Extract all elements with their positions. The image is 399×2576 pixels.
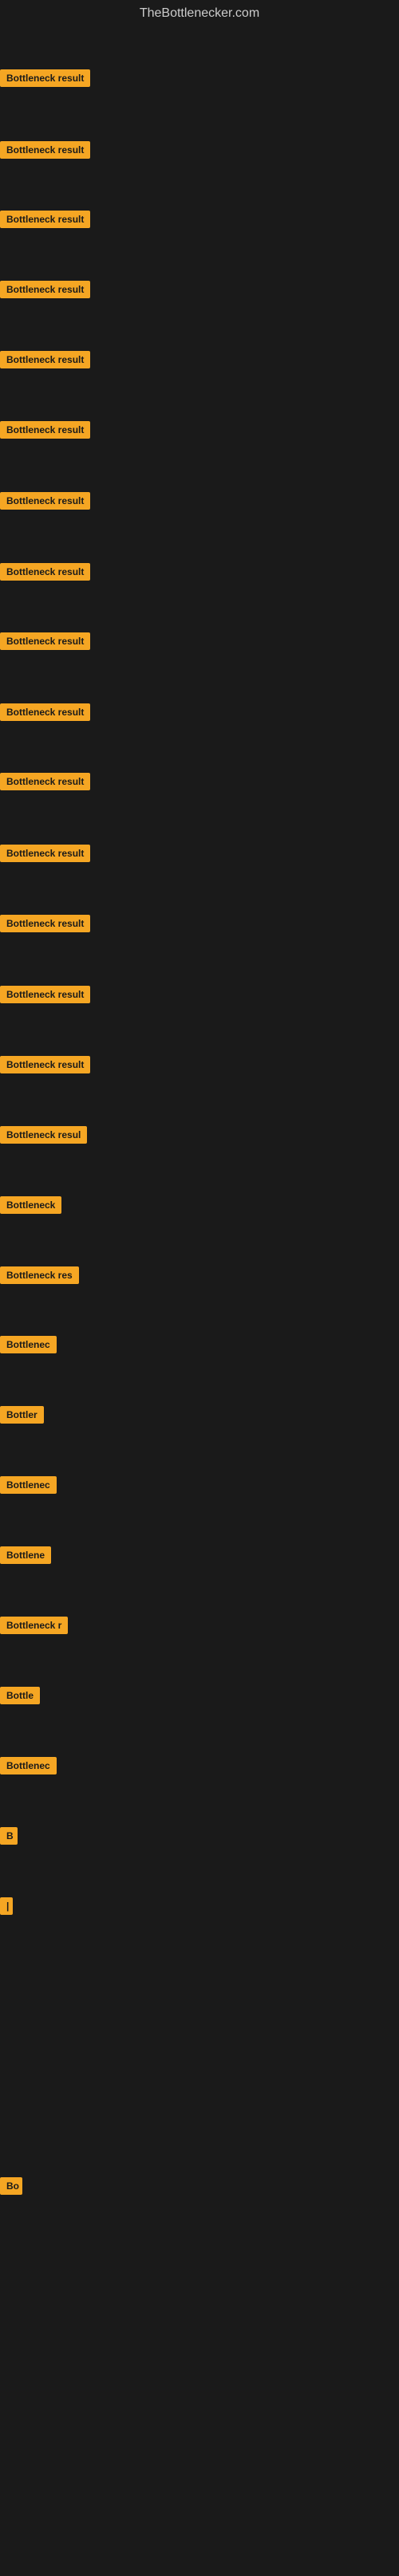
- bottleneck-badge-15: Bottleneck result: [0, 1056, 90, 1073]
- bottleneck-badge-7: Bottleneck result: [0, 492, 90, 510]
- bottleneck-badge-23: Bottleneck r: [0, 1617, 68, 1634]
- bottleneck-item-27[interactable]: |: [0, 1897, 13, 1919]
- bottleneck-badge-26: B: [0, 1827, 18, 1845]
- bottleneck-badge-9: Bottleneck result: [0, 632, 90, 650]
- bottleneck-badge-14: Bottleneck result: [0, 986, 90, 1003]
- bottleneck-badge-4: Bottleneck result: [0, 281, 90, 298]
- bottleneck-item-19[interactable]: Bottlenec: [0, 1336, 57, 1357]
- bottleneck-badge-8: Bottleneck result: [0, 563, 90, 581]
- bottleneck-item-11[interactable]: Bottleneck result: [0, 773, 90, 794]
- bottleneck-item-13[interactable]: Bottleneck result: [0, 915, 90, 936]
- bottleneck-item-26[interactable]: B: [0, 1827, 18, 1849]
- bottleneck-badge-25: Bottlenec: [0, 1757, 57, 1774]
- bottleneck-badge-10: Bottleneck result: [0, 703, 90, 721]
- bottleneck-badge-2: Bottleneck result: [0, 141, 90, 159]
- bottleneck-item-5[interactable]: Bottleneck result: [0, 351, 90, 372]
- bottleneck-item-22[interactable]: Bottlene: [0, 1546, 51, 1568]
- bottleneck-badge-13: Bottleneck result: [0, 915, 90, 932]
- bottleneck-badge-5: Bottleneck result: [0, 351, 90, 368]
- bottleneck-badge-3: Bottleneck result: [0, 211, 90, 228]
- bottleneck-badge-21: Bottlenec: [0, 1476, 57, 1494]
- bottleneck-item-2[interactable]: Bottleneck result: [0, 141, 90, 163]
- bottleneck-badge-22: Bottlene: [0, 1546, 51, 1564]
- bottleneck-item-15[interactable]: Bottleneck result: [0, 1056, 90, 1077]
- bottleneck-badge-17: Bottleneck: [0, 1196, 61, 1214]
- bottleneck-badge-18: Bottleneck res: [0, 1266, 79, 1284]
- bottleneck-badge-20: Bottler: [0, 1406, 44, 1424]
- bottleneck-item-6[interactable]: Bottleneck result: [0, 421, 90, 443]
- bottleneck-item-23[interactable]: Bottleneck r: [0, 1617, 68, 1638]
- bottleneck-item-25[interactable]: Bottlenec: [0, 1757, 57, 1778]
- bottleneck-item-8[interactable]: Bottleneck result: [0, 563, 90, 585]
- bottleneck-item-20[interactable]: Bottler: [0, 1406, 44, 1428]
- bottleneck-item-21[interactable]: Bottlenec: [0, 1476, 57, 1498]
- bottleneck-item-10[interactable]: Bottleneck result: [0, 703, 90, 725]
- bottleneck-badge-24: Bottle: [0, 1687, 40, 1704]
- bottleneck-item-3[interactable]: Bottleneck result: [0, 211, 90, 232]
- bottleneck-badge-28: Bo: [0, 2177, 22, 2195]
- bottleneck-badge-27: |: [0, 1897, 13, 1915]
- bottleneck-item-24[interactable]: Bottle: [0, 1687, 40, 1708]
- bottleneck-item-17[interactable]: Bottleneck: [0, 1196, 61, 1218]
- bottleneck-item-14[interactable]: Bottleneck result: [0, 986, 90, 1007]
- bottleneck-item-28[interactable]: Bo: [0, 2177, 22, 2199]
- bottleneck-item-18[interactable]: Bottleneck res: [0, 1266, 79, 1288]
- bottleneck-item-1[interactable]: Bottleneck result: [0, 69, 90, 91]
- bottleneck-item-4[interactable]: Bottleneck result: [0, 281, 90, 302]
- bottleneck-badge-6: Bottleneck result: [0, 421, 90, 439]
- bottleneck-badge-12: Bottleneck result: [0, 845, 90, 862]
- bottleneck-item-16[interactable]: Bottleneck resul: [0, 1126, 87, 1148]
- bottleneck-badge-19: Bottlenec: [0, 1336, 57, 1353]
- bottleneck-item-9[interactable]: Bottleneck result: [0, 632, 90, 654]
- site-title: TheBottlenecker.com: [0, 0, 399, 24]
- bottleneck-badge-16: Bottleneck resul: [0, 1126, 87, 1144]
- bottleneck-item-7[interactable]: Bottleneck result: [0, 492, 90, 514]
- bottleneck-badge-11: Bottleneck result: [0, 773, 90, 790]
- bottleneck-item-12[interactable]: Bottleneck result: [0, 845, 90, 866]
- bottleneck-badge-1: Bottleneck result: [0, 69, 90, 87]
